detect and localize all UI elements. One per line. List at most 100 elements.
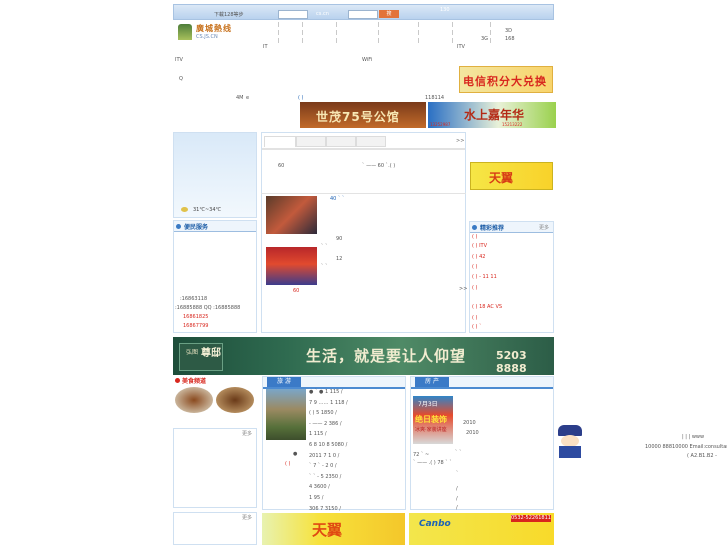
info-itv[interactable]: ITV <box>175 57 183 63</box>
realestate-item[interactable]: / <box>456 496 458 502</box>
brand-big: 尊邸 <box>201 348 221 359</box>
travel-item[interactable]: - —— 2 386 / <box>309 421 405 432</box>
tab-more[interactable]: >> <box>456 138 464 144</box>
realestate-item[interactable]: ` ` <box>455 450 462 456</box>
site-logo[interactable]: 廣城熱线 CS.JS.CN <box>178 22 258 44</box>
dec-ad-sub: 冰爽·家装讲座 <box>415 427 447 433</box>
news-photo-1[interactable] <box>266 196 317 234</box>
info-brackets[interactable]: ( ) <box>298 95 304 101</box>
realestate-label[interactable]: 房 产 <box>415 377 449 387</box>
recommend-more[interactable]: 更多 <box>539 224 549 231</box>
nav-sep <box>452 38 453 43</box>
info-wifi[interactable]: WiFi <box>362 57 372 63</box>
news-row-60[interactable]: 60 <box>278 163 284 169</box>
info-e: e <box>246 95 250 101</box>
tab-news-3[interactable] <box>326 136 356 147</box>
nav-item-3d[interactable]: 3D <box>505 28 512 34</box>
travel-dot: ● <box>293 451 298 457</box>
nav-sep <box>278 30 279 35</box>
travel-item[interactable]: 1 115 / <box>309 431 405 442</box>
nav-item-3g[interactable]: 3G <box>481 36 488 42</box>
travel-label[interactable]: 旅 游 <box>267 377 301 387</box>
food-more[interactable]: 更多 <box>242 430 252 437</box>
realestate-item[interactable]: 2010 <box>463 420 476 426</box>
realestate-item[interactable]: 72 ` ~ <box>413 452 429 458</box>
food-photo-1[interactable] <box>175 387 213 413</box>
travel-bracket[interactable]: ( ) <box>285 461 291 467</box>
bullet-icon <box>472 225 477 230</box>
nav-sep <box>336 22 337 27</box>
footer-line2: 10000 88810000 Email:consultant <box>645 444 727 450</box>
recommend-item[interactable]: ( ) <box>472 234 478 240</box>
travel-item[interactable]: ● ` ● 1 115 / <box>309 389 405 400</box>
info-phone: 118114 <box>425 95 445 101</box>
realestate-item[interactable]: / <box>456 505 458 511</box>
mascot-body <box>559 446 581 458</box>
recommend-item[interactable]: ( ) <box>472 315 478 321</box>
police-mascot-icon[interactable] <box>555 425 585 459</box>
travel-item[interactable]: 2011 7 1 0 / <box>309 453 405 464</box>
realestate-item[interactable]: ` <box>456 471 459 477</box>
banner-phone: 5203 8888 <box>496 349 527 375</box>
food-header: 美食频道 <box>173 376 257 386</box>
tab-news-1[interactable] <box>264 136 296 147</box>
recommend-item[interactable]: ( ) <box>472 264 478 270</box>
canbo-ad[interactable]: Canbo 0532-52261811 <box>409 513 554 545</box>
decoration-ad[interactable]: 7月3日 绝日装饰 冰爽·家装讲座 <box>413 396 453 444</box>
travel-item[interactable]: 4 3600 / <box>309 484 405 495</box>
travel-item[interactable]: 7 9 …… 1 118 / <box>309 400 405 411</box>
nav-sep <box>490 30 491 35</box>
travel-item[interactable]: ( ) 5 1850 / <box>309 410 405 421</box>
realestate-item[interactable]: ` —— .( ) 78 ` ` <box>413 460 452 466</box>
logo-sub: CS.JS.CN <box>196 34 218 40</box>
shimao-banner[interactable]: 世茂75号公馆 <box>300 102 426 128</box>
search-input[interactable] <box>278 10 308 19</box>
water-park-banner[interactable]: 水上嘉年华 13252987 15213222 <box>428 102 556 128</box>
news-row-detail[interactable]: ` —— 60 `.( ) <box>362 163 395 169</box>
food-list-panel-2: 更多 <box>173 512 257 545</box>
telecom-points-text: 电信积分大兑换 <box>463 75 547 88</box>
bullet-icon <box>176 224 181 229</box>
nav-item-itv[interactable]: ITV <box>457 44 465 50</box>
food-more[interactable]: 更多 <box>242 514 252 521</box>
top-link[interactable]: 下載128等步 <box>214 11 244 18</box>
hongtu-banner[interactable]: 弘图 尊邸 生活，就是要让人仰望 5203 8888 <box>173 337 554 375</box>
nav-sep <box>490 38 491 43</box>
news-photo-2[interactable] <box>266 247 317 285</box>
news-small-red[interactable]: 60 <box>293 288 299 294</box>
news-item-40[interactable]: 40 ` ` <box>330 196 345 202</box>
recommend-item[interactable]: ( ) - 11 11 <box>472 274 497 280</box>
recommend-item[interactable]: ( ) ` <box>472 324 482 330</box>
tab-news-4[interactable] <box>356 136 386 147</box>
travel-item[interactable]: 6 8 10 8 5080 / <box>309 442 405 453</box>
news-item-90[interactable]: 90 <box>336 236 342 242</box>
food-photo-2[interactable] <box>216 387 254 413</box>
recommend-item[interactable]: ( ) ITV <box>472 243 487 249</box>
search-domain: cs.cn <box>316 11 329 17</box>
nav-item-it[interactable]: IT <box>263 44 268 50</box>
recommend-item[interactable]: ( ) <box>472 285 478 291</box>
travel-item[interactable]: ` 7 ` - 2 0 / <box>309 463 405 474</box>
news-item-12[interactable]: 12 <box>336 256 342 262</box>
travel-item[interactable]: 1 95 / <box>309 495 405 506</box>
nav-item-168[interactable]: 168 <box>505 36 515 42</box>
brand-small: 弘图 <box>186 349 199 356</box>
news-more[interactable]: >> <box>459 286 467 292</box>
telecom-points-banner[interactable]: 电信积分大兑换 <box>459 66 553 93</box>
info-q: Q <box>179 76 183 82</box>
tab-news-2[interactable] <box>296 136 326 147</box>
travel-item[interactable]: ` ` - 5 2350 / <box>309 474 405 485</box>
realestate-item[interactable]: 2010 <box>466 430 479 436</box>
recommend-item[interactable]: ( ) 42 <box>472 254 485 260</box>
nav-sep <box>302 22 303 27</box>
search-input-secondary[interactable] <box>348 10 378 19</box>
realestate-item[interactable]: / <box>456 486 458 492</box>
footer-line1: | | | www <box>682 434 705 440</box>
recommend-item[interactable]: ( ) 18 AC VS <box>472 304 502 310</box>
search-button[interactable]: 搜 <box>379 10 399 18</box>
travel-photo[interactable] <box>266 389 306 440</box>
travel-list: ● ` ● 1 115 / 7 9 …… 1 118 / ( ) 5 1850 … <box>309 389 405 516</box>
water-park-phone1: 13252987 <box>430 122 451 127</box>
tianyi-ad[interactable]: 天翼 <box>470 162 553 190</box>
tianyi-bottom-ad[interactable]: 天翼 <box>262 513 405 545</box>
